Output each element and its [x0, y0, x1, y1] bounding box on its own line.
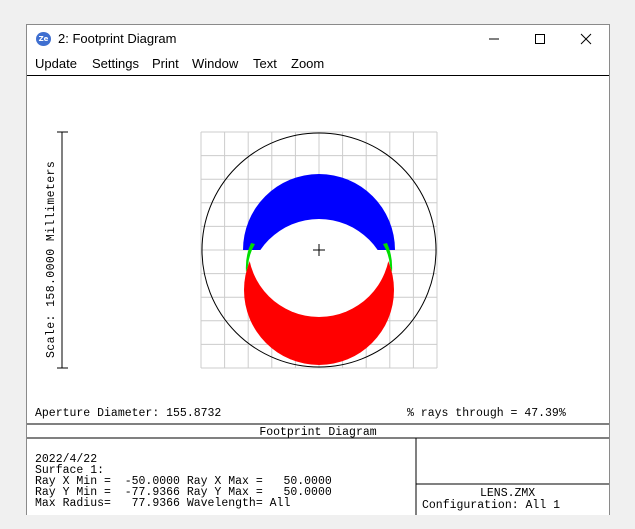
- scale-label: Scale: 158.0000 Millimeters: [45, 161, 58, 358]
- plot-canvas[interactable]: Scale: 158.0000 Millimeters Aperture Dia…: [27, 75, 609, 515]
- footprint-plot: Scale: 158.0000 Millimeters: [27, 131, 609, 515]
- footprint-window: Ze 2: Footprint Diagram Update Settings …: [26, 24, 610, 515]
- menu-zoom[interactable]: Zoom: [291, 56, 324, 71]
- menu-settings[interactable]: Settings: [92, 56, 139, 71]
- aperture-diameter-text: Aperture Diameter: 155.8732: [35, 407, 222, 420]
- zemax-app-icon[interactable]: Ze: [36, 32, 51, 46]
- lens-file-text: LENS.ZMX: [480, 487, 536, 500]
- maximize-icon: [535, 34, 545, 44]
- info-panel-title: Footprint Diagram: [259, 426, 377, 439]
- configuration-text: Configuration: All 1: [422, 499, 561, 512]
- menu-update[interactable]: Update: [35, 56, 77, 71]
- close-button[interactable]: [563, 25, 609, 53]
- title-bar[interactable]: Ze 2: Footprint Diagram: [27, 25, 609, 53]
- max-radius-text: Max Radius= 77.9366 Wavelength= All: [35, 497, 291, 510]
- maximize-button[interactable]: [517, 25, 563, 53]
- minimize-icon: [489, 38, 499, 40]
- minimize-button[interactable]: [471, 25, 517, 53]
- menu-bar: Update Settings Print Window Text Zoom: [27, 53, 609, 73]
- close-icon: [580, 33, 592, 45]
- rays-through-text: % rays through = 47.39%: [407, 407, 566, 420]
- menu-text[interactable]: Text: [253, 56, 277, 71]
- menu-window[interactable]: Window: [192, 56, 238, 71]
- menu-print[interactable]: Print: [152, 56, 179, 71]
- window-title: 2: Footprint Diagram: [58, 31, 177, 46]
